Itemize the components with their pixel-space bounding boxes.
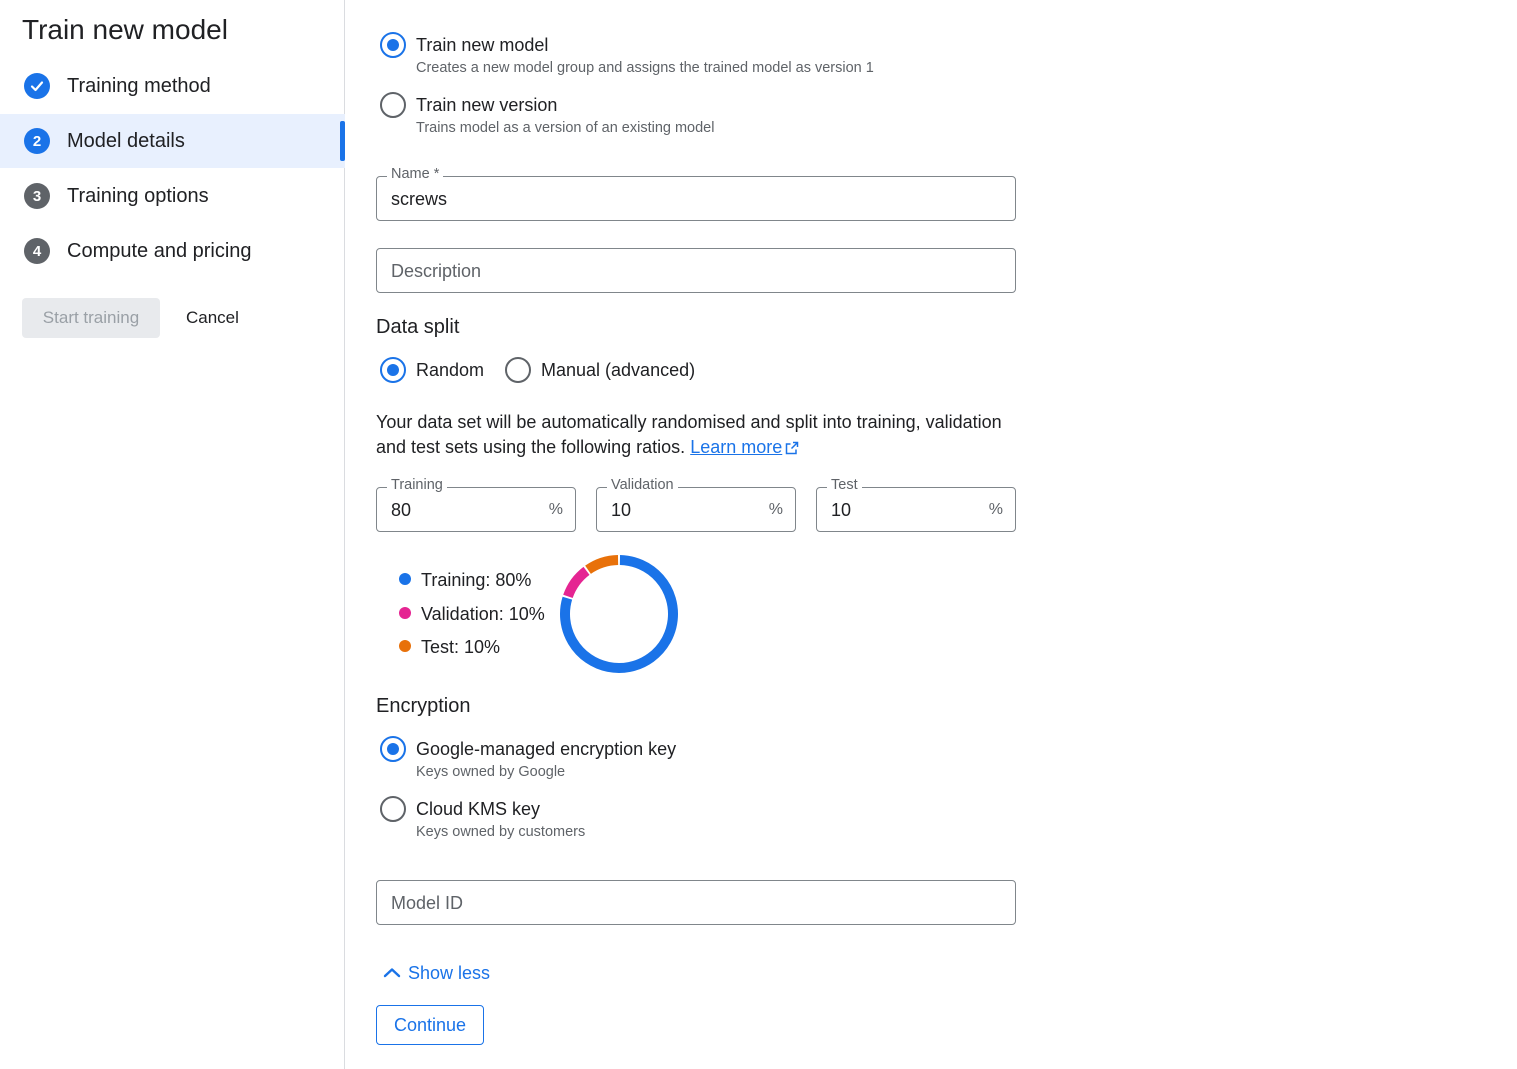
step-training-method[interactable]: Training method — [0, 59, 345, 113]
step-number-badge: 2 — [24, 128, 50, 154]
encryption-title: Encryption — [376, 695, 471, 717]
option-description: Keys owned by customers — [416, 824, 586, 840]
data-split-text: Your data set will be automatically rand… — [376, 412, 1002, 457]
show-less-label[interactable]: Show less — [408, 963, 490, 984]
legend-training: Training: 80% — [421, 570, 532, 590]
chevron-up-icon — [380, 961, 404, 985]
option-label[interactable]: Train new model — [416, 35, 548, 56]
legend-test: Test: 10% — [421, 637, 501, 657]
option-description: Trains model as a version of an existing… — [416, 120, 715, 136]
validation-percent-field[interactable]: Validation 10 % — [596, 477, 796, 532]
field-label: Validation — [607, 477, 678, 493]
field-label: Training — [387, 477, 447, 493]
step-number-badge: 3 — [24, 183, 50, 209]
donut-slice-validation — [563, 566, 590, 599]
test-percent-field[interactable]: Test 10 % — [816, 477, 1016, 532]
cancel-button[interactable]: Cancel — [170, 298, 255, 338]
data-split-title: Data split — [376, 316, 460, 338]
model-id-field[interactable]: Model ID — [376, 880, 1016, 925]
legend-dot-validation — [399, 607, 411, 619]
percent-suffix: % — [548, 501, 563, 518]
radio-random[interactable] — [380, 357, 406, 383]
percent-suffix: % — [988, 501, 1003, 518]
radio-cloud-kms-key[interactable] — [380, 796, 406, 822]
field-value[interactable]: 10 — [611, 500, 631, 521]
show-less-toggle[interactable]: Show less — [380, 960, 490, 986]
option-description: Keys owned by Google — [416, 764, 566, 780]
legend-dot-training — [399, 573, 411, 585]
description-placeholder: Description — [391, 261, 482, 281]
stepper-sidebar: Train new model Training method 2 Model … — [0, 0, 345, 1069]
field-label: Test — [827, 477, 862, 493]
radio-train-new-model[interactable] — [380, 32, 406, 58]
legend-validation: Validation: 10% — [421, 604, 545, 624]
external-link-icon[interactable] — [785, 437, 799, 462]
data-split-description: Your data set will be automatically rand… — [376, 410, 1016, 462]
legend-dot-test — [399, 640, 411, 652]
field-value[interactable]: 80 — [391, 500, 411, 521]
page-title: Train new model — [22, 14, 228, 45]
check-icon — [24, 73, 50, 99]
step-number-badge: 4 — [24, 238, 50, 264]
option-label[interactable]: Manual (advanced) — [541, 360, 695, 381]
data-split-donut-chart — [560, 555, 678, 673]
option-label[interactable]: Google-managed encryption key — [416, 739, 676, 760]
donut-slice-test — [585, 555, 619, 574]
continue-button[interactable]: Continue — [376, 1005, 484, 1045]
learn-more-label[interactable]: Learn more — [690, 437, 782, 457]
step-label: Training method — [67, 74, 211, 97]
step-label: Compute and pricing — [67, 239, 252, 262]
description-field[interactable]: Description — [376, 248, 1016, 293]
step-training-options[interactable]: 3 Training options — [0, 169, 345, 223]
step-label: Training options — [67, 184, 209, 207]
option-label[interactable]: Train new version — [416, 95, 557, 116]
radio-manual-advanced[interactable] — [505, 357, 531, 383]
name-field[interactable]: Name * screws — [376, 166, 1016, 221]
step-label: Model details — [67, 129, 185, 152]
field-value[interactable]: 10 — [831, 500, 851, 521]
model-id-placeholder: Model ID — [391, 893, 464, 913]
step-model-details[interactable]: 2 Model details — [0, 114, 345, 168]
name-field-label: Name * — [387, 166, 444, 182]
radio-google-managed-key[interactable] — [380, 736, 406, 762]
training-percent-field[interactable]: Training 80 % — [376, 477, 576, 532]
radio-train-new-version[interactable] — [380, 92, 406, 118]
option-description: Creates a new model group and assigns th… — [416, 60, 874, 76]
name-field-value[interactable]: screws — [391, 189, 447, 210]
step-compute-and-pricing[interactable]: 4 Compute and pricing — [0, 224, 345, 278]
start-training-button: Start training — [22, 298, 160, 338]
learn-more-link[interactable]: Learn more — [690, 437, 782, 457]
option-label[interactable]: Random — [416, 360, 484, 381]
percent-suffix: % — [768, 501, 783, 518]
option-label[interactable]: Cloud KMS key — [416, 799, 540, 820]
